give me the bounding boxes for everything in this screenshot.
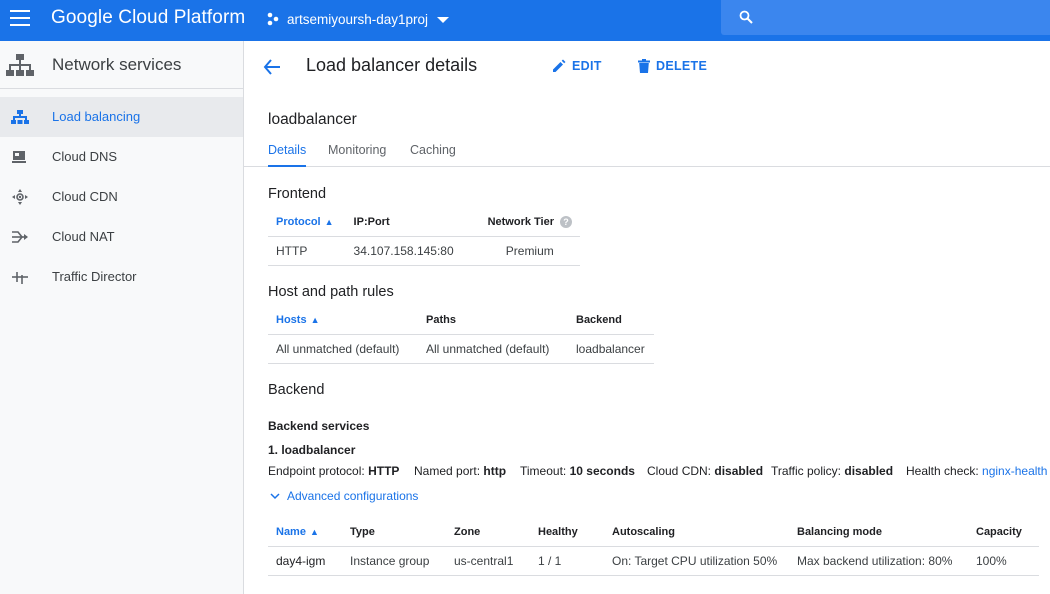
table-cell: Instance group (342, 546, 446, 576)
tab-caching[interactable]: Caching (410, 143, 456, 157)
table-cell: HTTP (268, 236, 346, 266)
trash-icon (638, 59, 650, 73)
backend-instances-table: Name ▲ Type Zone Healthy Autoscaling Bala… (268, 518, 1039, 576)
column-header-type: Type (342, 518, 446, 547)
delete-button[interactable]: DELETE (638, 57, 707, 75)
search-icon (739, 10, 753, 24)
column-header-balancing-mode: Balancing mode (789, 518, 968, 547)
column-header-ip-port: IP:Port (345, 208, 480, 237)
table-cell: On: Target CPU utilization 50% (604, 546, 789, 576)
table-cell: All unmatched (default) (418, 334, 568, 364)
main-content: Load balancer details EDIT DELETE loadba… (244, 41, 1050, 594)
search-box[interactable] (721, 0, 1050, 35)
table-cell: Premium (479, 236, 580, 266)
sidebar-item-label: Cloud NAT (52, 229, 115, 244)
edit-button[interactable]: EDIT (552, 57, 602, 75)
table-cell: All unmatched (default) (268, 334, 418, 364)
health-check-link[interactable]: nginx-health (982, 464, 1047, 478)
cloud-cdn-icon (12, 189, 28, 205)
column-header-backend: Backend (568, 306, 654, 335)
sort-ascending-icon: ▲ (310, 314, 320, 325)
backend-heading: Backend (268, 382, 325, 398)
backend-services-heading: Backend services (268, 419, 370, 433)
chevron-down-icon (270, 493, 280, 500)
top-app-bar: Google Cloud Platform artsemiyoursh-day1… (0, 0, 1050, 41)
sidebar-title: Network services (52, 55, 182, 74)
sidebar-item-label: Load balancing (52, 109, 141, 124)
cloud-dns-icon (12, 151, 26, 163)
sidebar-item-cloud-nat[interactable]: Cloud NAT (0, 217, 243, 257)
table-cell: 100% (968, 546, 1039, 576)
sidebar-item-label: Cloud DNS (52, 149, 118, 164)
load-balancer-name: loadbalancer (268, 111, 357, 128)
column-header-zone: Zone (446, 518, 530, 547)
tab-bar: Details Monitoring Caching (244, 139, 1050, 167)
dropdown-caret-icon (437, 17, 450, 23)
sidebar-item-label: Traffic Director (52, 269, 137, 284)
sidebar-item-cloud-cdn[interactable]: Cloud CDN (0, 177, 243, 217)
menu-icon[interactable] (10, 10, 30, 26)
page-title: Load balancer details (306, 55, 478, 75)
column-header-capacity: Capacity (968, 518, 1039, 547)
pencil-icon (553, 59, 566, 72)
sidebar-item-label: Cloud CDN (52, 189, 118, 204)
timeout: Timeout: 10 seconds (520, 464, 635, 478)
column-header-protocol[interactable]: Protocol ▲ (268, 208, 346, 237)
table-cell: 34.107.158.145:80 (345, 236, 480, 266)
back-arrow-icon[interactable] (262, 57, 282, 77)
load-balancing-icon (11, 110, 29, 124)
brand-title[interactable]: Google Cloud Platform (51, 7, 245, 29)
backend-service-name: 1. loadbalancer (268, 443, 356, 457)
tab-monitoring[interactable]: Monitoring (328, 143, 386, 157)
tab-details[interactable]: Details (268, 143, 307, 167)
traffic-policy: Traffic policy: disabled (771, 464, 894, 478)
sidebar-item-cloud-dns[interactable]: Cloud DNS (0, 137, 243, 177)
network-services-icon (6, 54, 34, 76)
table-row: All unmatched (default) All unmatched (d… (268, 334, 654, 364)
cloud-cdn-status: Cloud CDN: disabled (647, 464, 764, 478)
named-port: Named port: http (414, 464, 507, 478)
host-rules-table: Hosts ▲ Paths Backend All unmatched (defa… (268, 306, 654, 364)
help-icon[interactable]: ? (560, 215, 572, 228)
sidebar-item-traffic-director[interactable]: Traffic Director (0, 257, 243, 297)
sort-ascending-icon: ▲ (309, 526, 319, 537)
edit-label: EDIT (572, 59, 602, 73)
sidebar-header: Network services (0, 41, 243, 89)
column-header-healthy: Healthy (530, 518, 604, 547)
frontend-heading: Frontend (268, 186, 327, 202)
table-cell: 1 / 1 (530, 546, 604, 576)
search-input[interactable] (765, 6, 1035, 28)
column-header-name[interactable]: Name ▲ (268, 518, 342, 547)
table-cell: Max backend utilization: 80% (789, 546, 968, 576)
column-header-network-tier: Network Tier? (479, 208, 580, 237)
health-check: Health check: nginx-health (906, 464, 1048, 478)
cloud-nat-icon (12, 231, 28, 243)
project-icon (267, 12, 279, 26)
project-selector[interactable]: artsemiyoursh-day1proj (266, 9, 450, 29)
column-header-hosts[interactable]: Hosts ▲ (268, 306, 418, 335)
frontend-table: Protocol ▲ IP:Port Network Tier? HTTP 34.… (268, 208, 580, 266)
host-path-rules-heading: Host and path rules (268, 284, 394, 300)
sidebar: Network services Load balancing Cloud DN… (0, 41, 244, 594)
delete-label: DELETE (656, 59, 708, 73)
table-cell: loadbalancer (568, 334, 654, 364)
table-cell[interactable]: day4-igm (268, 546, 342, 576)
endpoint-protocol: Endpoint protocol: HTTP (268, 464, 400, 478)
advanced-configurations-toggle[interactable]: Advanced configurations (270, 489, 418, 503)
traffic-director-icon (12, 272, 28, 284)
column-header-autoscaling: Autoscaling (604, 518, 789, 547)
table-row: HTTP 34.107.158.145:80 Premium (268, 236, 580, 266)
table-cell: us-central1 (446, 546, 530, 576)
project-name: artsemiyoursh-day1proj (287, 11, 429, 27)
column-header-paths: Paths (418, 306, 568, 335)
table-row: day4-igm Instance group us-central1 1 / … (268, 546, 1039, 576)
sidebar-item-load-balancing[interactable]: Load balancing (0, 97, 243, 137)
sort-ascending-icon: ▲ (324, 216, 334, 227)
